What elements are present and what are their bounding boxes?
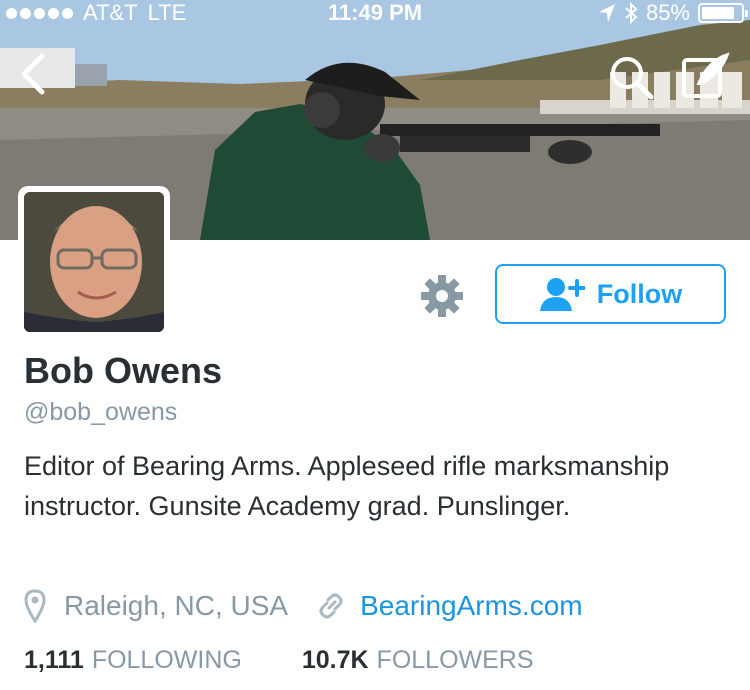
link-icon — [319, 593, 343, 619]
follow-button[interactable]: Follow — [495, 264, 726, 324]
avatar-face — [24, 192, 164, 332]
handle: @bob_owens — [24, 398, 178, 426]
following-stat[interactable]: 1,111 FOLLOWING — [24, 646, 242, 675]
follow-button-label: Follow — [596, 278, 683, 309]
add-user-icon — [539, 278, 585, 311]
gear-icon[interactable] — [420, 274, 464, 318]
avatar-photo — [24, 192, 164, 332]
location-pin-icon — [24, 589, 46, 623]
followers-count: 10.7K — [301, 646, 369, 674]
location: Raleigh, NC, USA — [64, 590, 289, 621]
followers-stat[interactable]: 10.7K FOLLOWERS — [302, 646, 534, 675]
battery-percent: 85% — [645, 0, 690, 25]
battery-icon — [698, 3, 748, 23]
bio: Editor of Bearing Arms. Appleseed rifle … — [24, 451, 670, 521]
website-link[interactable]: BearingArms.com — [360, 590, 583, 622]
location-arrow-icon — [598, 4, 615, 22]
status-right: 85% — [598, 0, 748, 26]
back-chevron-icon[interactable] — [14, 52, 54, 96]
followers-label: FOLLOWERS — [376, 646, 534, 674]
following-label: FOLLOWING — [91, 646, 242, 674]
search-icon[interactable] — [608, 54, 654, 100]
following-count: 1,111 — [24, 646, 84, 674]
avatar[interactable] — [18, 186, 170, 338]
profile-stats: 1,111 FOLLOWING 10.7K FOLLOWERS — [24, 646, 534, 682]
battery-level — [702, 7, 735, 19]
compose-icon[interactable] — [680, 50, 732, 100]
status-bar: AT&T LTE 11:49 PM 85% — [0, 0, 750, 26]
bluetooth-icon — [625, 2, 638, 24]
display-name: Bob Owens — [24, 350, 223, 391]
profile-meta: Raleigh, NC, USA BearingArms.com — [24, 586, 583, 626]
